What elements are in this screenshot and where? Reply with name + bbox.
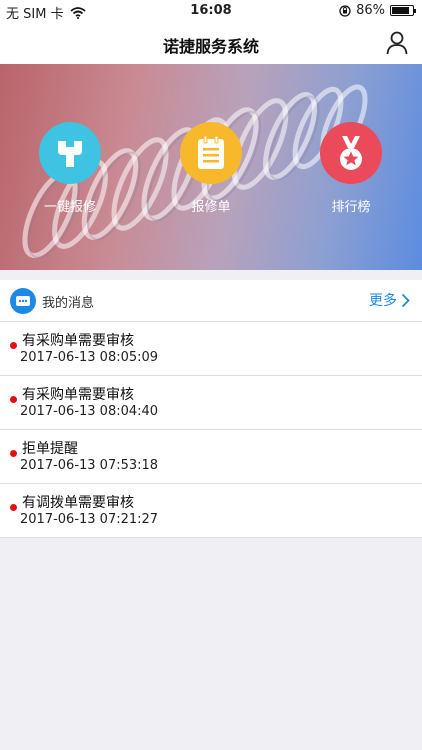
rotation-lock-icon bbox=[339, 4, 351, 17]
banner-label: 一键报修 bbox=[43, 200, 96, 215]
messages-section: 我的消息 更多 有采购单需要审核 2017-06-13 08:05:09 有采购… bbox=[0, 280, 422, 538]
unread-dot bbox=[10, 342, 17, 349]
message-text: 有采购单需要审核 bbox=[22, 333, 134, 349]
leaderboard-button[interactable]: 排行榜 bbox=[301, 122, 401, 215]
message-item[interactable]: 有调拨单需要审核 2017-06-13 07:21:27 bbox=[0, 484, 422, 538]
message-item[interactable]: 有采购单需要审核 2017-06-13 08:05:09 bbox=[0, 322, 422, 376]
message-time: 2017-06-13 08:05:09 bbox=[20, 350, 159, 365]
chevron-right-icon bbox=[401, 293, 410, 307]
medal-icon bbox=[340, 136, 362, 170]
messages-title: 我的消息 bbox=[42, 296, 95, 311]
banner: 一键报修 报修单 排行榜 bbox=[0, 64, 422, 270]
status-bar: 无 SIM 卡 16:08 86% bbox=[0, 0, 422, 22]
unread-dot bbox=[10, 396, 17, 403]
message-text: 拒单提醒 bbox=[22, 441, 78, 457]
page-title: 诺捷服务系统 bbox=[162, 37, 259, 56]
banner-label: 排行榜 bbox=[331, 200, 371, 215]
wrench-icon bbox=[58, 141, 82, 167]
clipboard-icon bbox=[198, 135, 224, 169]
message-time: 2017-06-13 07:53:18 bbox=[20, 458, 159, 473]
banner-label: 报修单 bbox=[191, 200, 231, 215]
status-right: 86% bbox=[339, 3, 416, 18]
message-text: 有采购单需要审核 bbox=[22, 387, 134, 403]
battery-percent: 86% bbox=[356, 3, 385, 18]
message-time: 2017-06-13 08:04:40 bbox=[20, 404, 159, 419]
unread-dot bbox=[10, 450, 17, 457]
battery-icon bbox=[390, 5, 416, 16]
banner-circle bbox=[180, 122, 242, 184]
message-text: 有调拨单需要审核 bbox=[22, 495, 134, 511]
message-item[interactable]: 拒单提醒 2017-06-13 07:53:18 bbox=[0, 430, 422, 484]
messages-header: 我的消息 更多 bbox=[0, 280, 422, 322]
more-link[interactable]: 更多 bbox=[369, 290, 410, 310]
banner-circle bbox=[39, 122, 101, 184]
one-click-repair-button[interactable]: 一键报修 bbox=[20, 122, 120, 215]
message-item[interactable]: 有采购单需要审核 2017-06-13 08:04:40 bbox=[0, 376, 422, 430]
message-time: 2017-06-13 07:21:27 bbox=[20, 512, 159, 527]
nav-bar: 诺捷服务系统 bbox=[0, 22, 422, 64]
more-label: 更多 bbox=[369, 293, 397, 309]
repair-orders-button[interactable]: 报修单 bbox=[161, 122, 261, 215]
user-icon[interactable] bbox=[386, 31, 408, 55]
battery-fill bbox=[392, 7, 410, 14]
message-icon bbox=[10, 288, 36, 314]
unread-dot bbox=[10, 504, 17, 511]
banner-circle bbox=[320, 122, 382, 184]
